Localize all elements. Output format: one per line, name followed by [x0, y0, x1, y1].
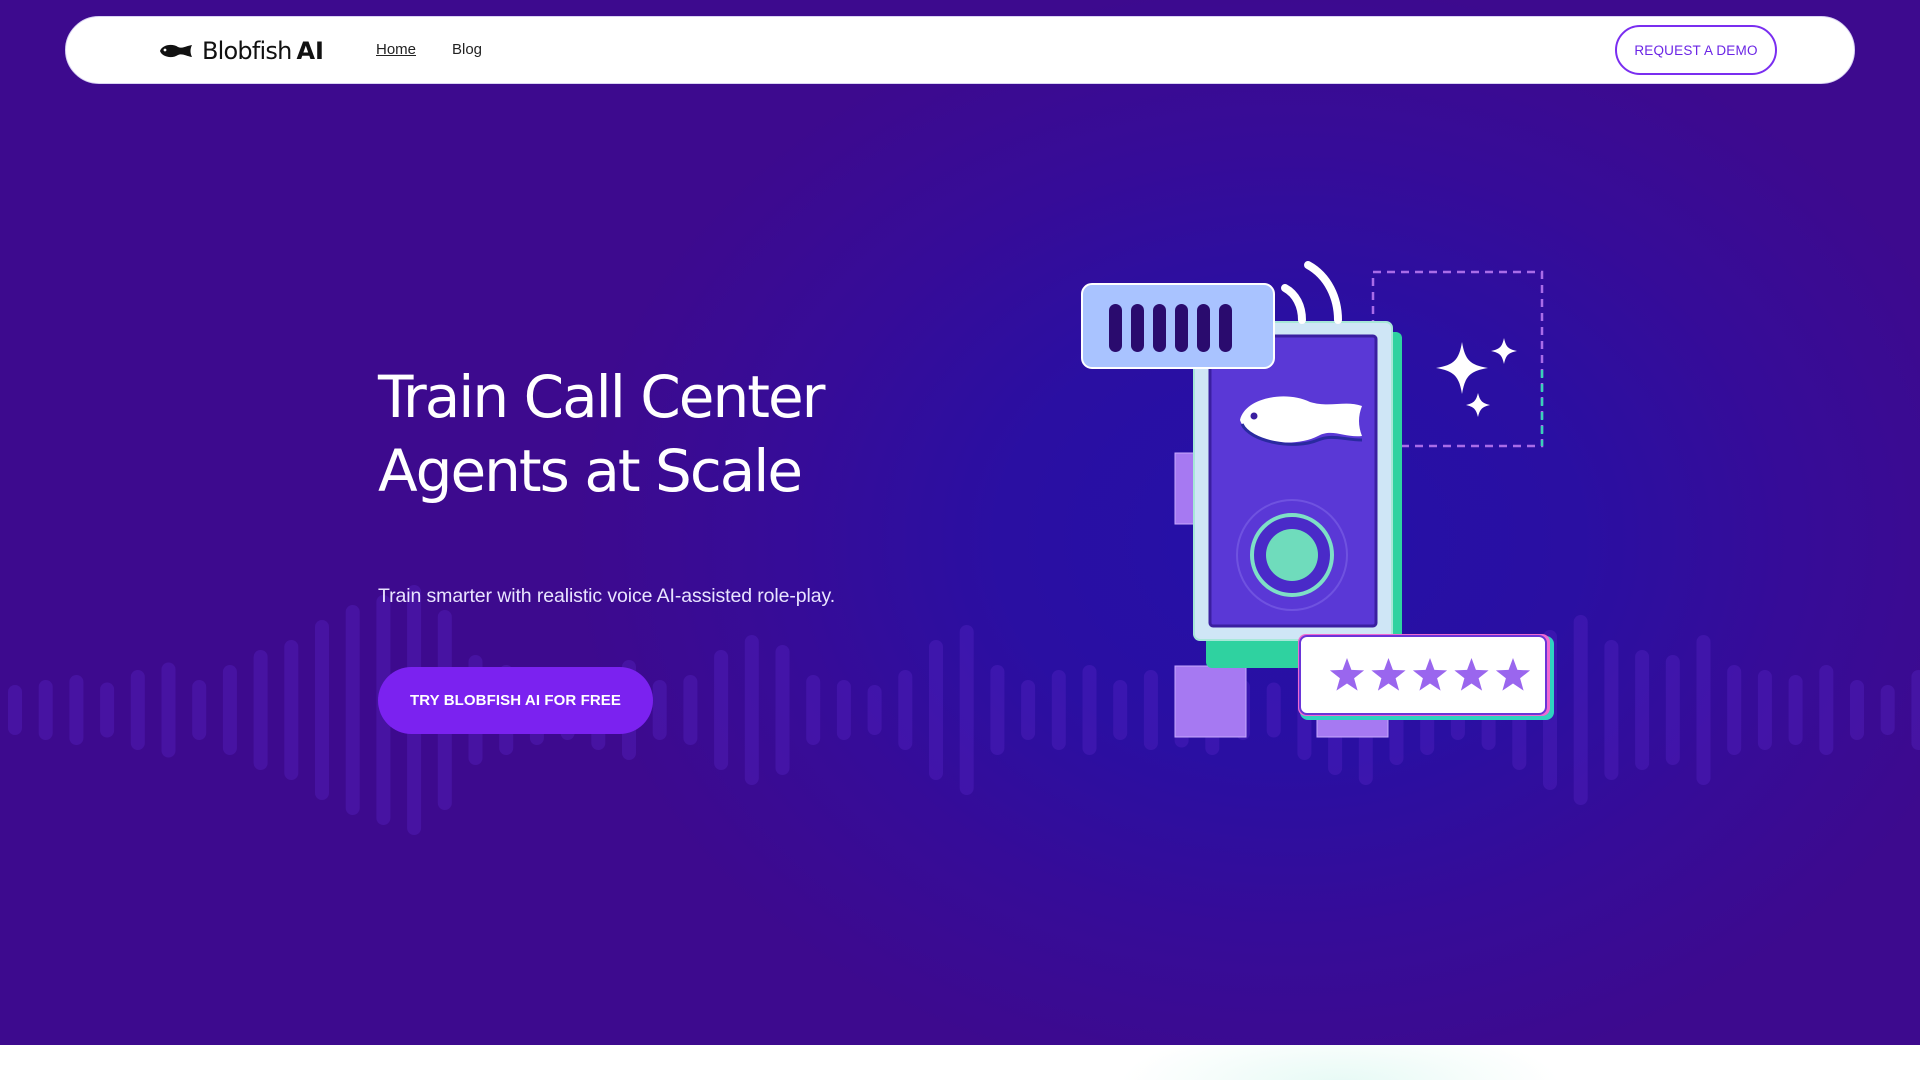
waveform-bar — [1757, 670, 1772, 750]
waveform-bar — [683, 675, 698, 745]
hero-title-line-1: Train Call Center — [378, 363, 826, 431]
waveform-bar — [1788, 675, 1803, 745]
waveform-bar — [836, 680, 851, 740]
next-section-edge — [0, 1045, 1920, 1080]
waveform-bar — [1880, 685, 1895, 735]
waveform-bar — [38, 680, 53, 740]
record-button-inner — [1266, 529, 1318, 581]
waveform-bar — [744, 635, 759, 785]
waveform-bar — [775, 645, 790, 775]
waveform-bar — [1819, 665, 1834, 755]
waveform-bar — [1051, 670, 1066, 750]
waveform-bar — [1850, 680, 1864, 740]
waveform-bar — [222, 665, 237, 755]
waveform-bar — [69, 675, 84, 745]
waveform-bar — [315, 620, 329, 800]
waveform-bar — [161, 662, 176, 758]
waveform-bar — [1021, 680, 1036, 740]
waveform-bar — [1665, 655, 1680, 765]
waveform-bar — [284, 640, 299, 780]
waveform-bar — [652, 680, 667, 740]
waveform-bar — [867, 685, 882, 735]
waveform-bar — [959, 625, 974, 795]
brand-name: Blobfish — [202, 37, 292, 65]
nav-home-link[interactable]: Home — [376, 41, 416, 58]
waveform-bar — [192, 680, 207, 740]
blobfish-logo-icon — [160, 44, 192, 58]
waveform-bar — [1696, 635, 1711, 785]
waveform-bar — [929, 640, 943, 780]
hero-title: Train Call Center Agents at Scale — [378, 360, 938, 508]
waveform-bar — [806, 675, 821, 745]
sparkle-icon — [1436, 338, 1517, 417]
waveform-bar — [8, 685, 22, 735]
try-free-button[interactable]: TRY BLOBFISH AI FOR FREE — [378, 667, 653, 734]
waveform-bar — [1573, 615, 1588, 805]
hero-title-line-2: Agents at Scale — [378, 437, 803, 505]
phone-call-illustration — [1081, 261, 1554, 738]
request-demo-button[interactable]: REQUEST A DEMO — [1615, 25, 1777, 75]
waveform-bar — [1604, 640, 1619, 780]
waveform-bar — [130, 670, 145, 750]
waveform-bar — [1911, 670, 1920, 750]
top-navbar: Blobfish AI Home Blog REQUEST A DEMO — [65, 16, 1855, 84]
waveform-bar — [1635, 650, 1650, 770]
waveform-bar — [1727, 665, 1742, 755]
waveform-bar — [100, 682, 115, 738]
checker-square — [1174, 665, 1247, 738]
nav-blog-link[interactable]: Blog — [452, 41, 482, 58]
waveform-bar — [898, 670, 913, 750]
waveform-bar — [253, 650, 268, 770]
brand-suffix: AI — [296, 37, 324, 65]
voice-bubble — [1081, 283, 1275, 369]
rating-card — [1298, 634, 1554, 720]
waveform-bar — [990, 665, 1005, 755]
audio-waveform-background — [8, 585, 1920, 835]
brand-logo[interactable]: Blobfish AI — [158, 35, 324, 67]
waveform-bar — [345, 605, 360, 815]
signal-icon — [1281, 261, 1342, 324]
waveform-bar — [714, 650, 729, 770]
hero-subtitle: Train smarter with realistic voice AI-as… — [378, 585, 836, 607]
hero-section: Train Call Center Agents at Scale Train … — [0, 0, 1920, 1045]
